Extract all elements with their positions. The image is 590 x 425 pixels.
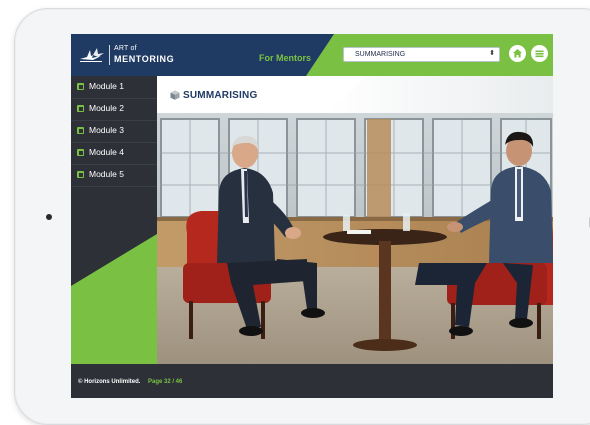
sidebar-item-module-3[interactable]: Module 3	[71, 120, 157, 143]
copyright-text: © Horizons Unlimited.	[78, 379, 141, 385]
app-header: ART of MENTORING For Mentors SUMMARISING…	[71, 34, 553, 76]
logo-text-line2: MENTORING	[114, 54, 175, 64]
module-check-icon	[77, 105, 84, 112]
sidebar-item-module-1[interactable]: Module 1	[71, 76, 157, 99]
home-icon	[513, 49, 522, 58]
cube-icon	[170, 90, 180, 100]
sidebar-item-module-5[interactable]: Module 5	[71, 164, 157, 187]
menu-button[interactable]	[531, 45, 548, 62]
select-arrows-icon: ⬍	[489, 50, 495, 57]
app-logo[interactable]: ART of MENTORING	[79, 43, 174, 69]
app-footer: © Horizons Unlimited. Page 32 / 46	[71, 364, 553, 398]
menu-icon	[535, 50, 544, 58]
main-content: SUMMARISING	[157, 76, 553, 364]
home-button[interactable]	[509, 45, 526, 62]
sidebar-green-accent	[71, 234, 157, 364]
module-check-icon	[77, 83, 84, 90]
camera-lens	[46, 214, 52, 220]
page-indicator: Page 32 / 46	[148, 379, 183, 385]
sidebar-item-label: Module 2	[89, 103, 124, 113]
sidebar-item-label: Module 5	[89, 169, 124, 179]
sidebar-item-label: Module 3	[89, 125, 124, 135]
sidebar-item-module-4[interactable]: Module 4	[71, 142, 157, 165]
page-title: SUMMARISING	[183, 90, 258, 101]
app-screen: ART of MENTORING For Mentors SUMMARISING…	[71, 34, 553, 398]
module-select[interactable]: SUMMARISING ⬍	[343, 47, 500, 62]
logo-text-line1: ART of	[114, 45, 137, 52]
module-check-icon	[77, 171, 84, 178]
module-select-value: SUMMARISING	[355, 51, 406, 58]
module-sidebar: Module 1 Module 2 Module 3 Module 4 Modu…	[71, 76, 157, 364]
section-title-bar: SUMMARISING	[157, 76, 553, 113]
birds-logo-icon	[80, 48, 104, 62]
sidebar-item-label: Module 4	[89, 147, 124, 157]
audience-label: For Mentors	[259, 53, 312, 63]
module-check-icon	[77, 127, 84, 134]
sidebar-item-label: Module 1	[89, 81, 124, 91]
sidebar-item-module-2[interactable]: Module 2	[71, 98, 157, 121]
module-check-icon	[77, 149, 84, 156]
interview-video-image[interactable]	[157, 113, 553, 364]
logo-divider	[109, 45, 110, 65]
